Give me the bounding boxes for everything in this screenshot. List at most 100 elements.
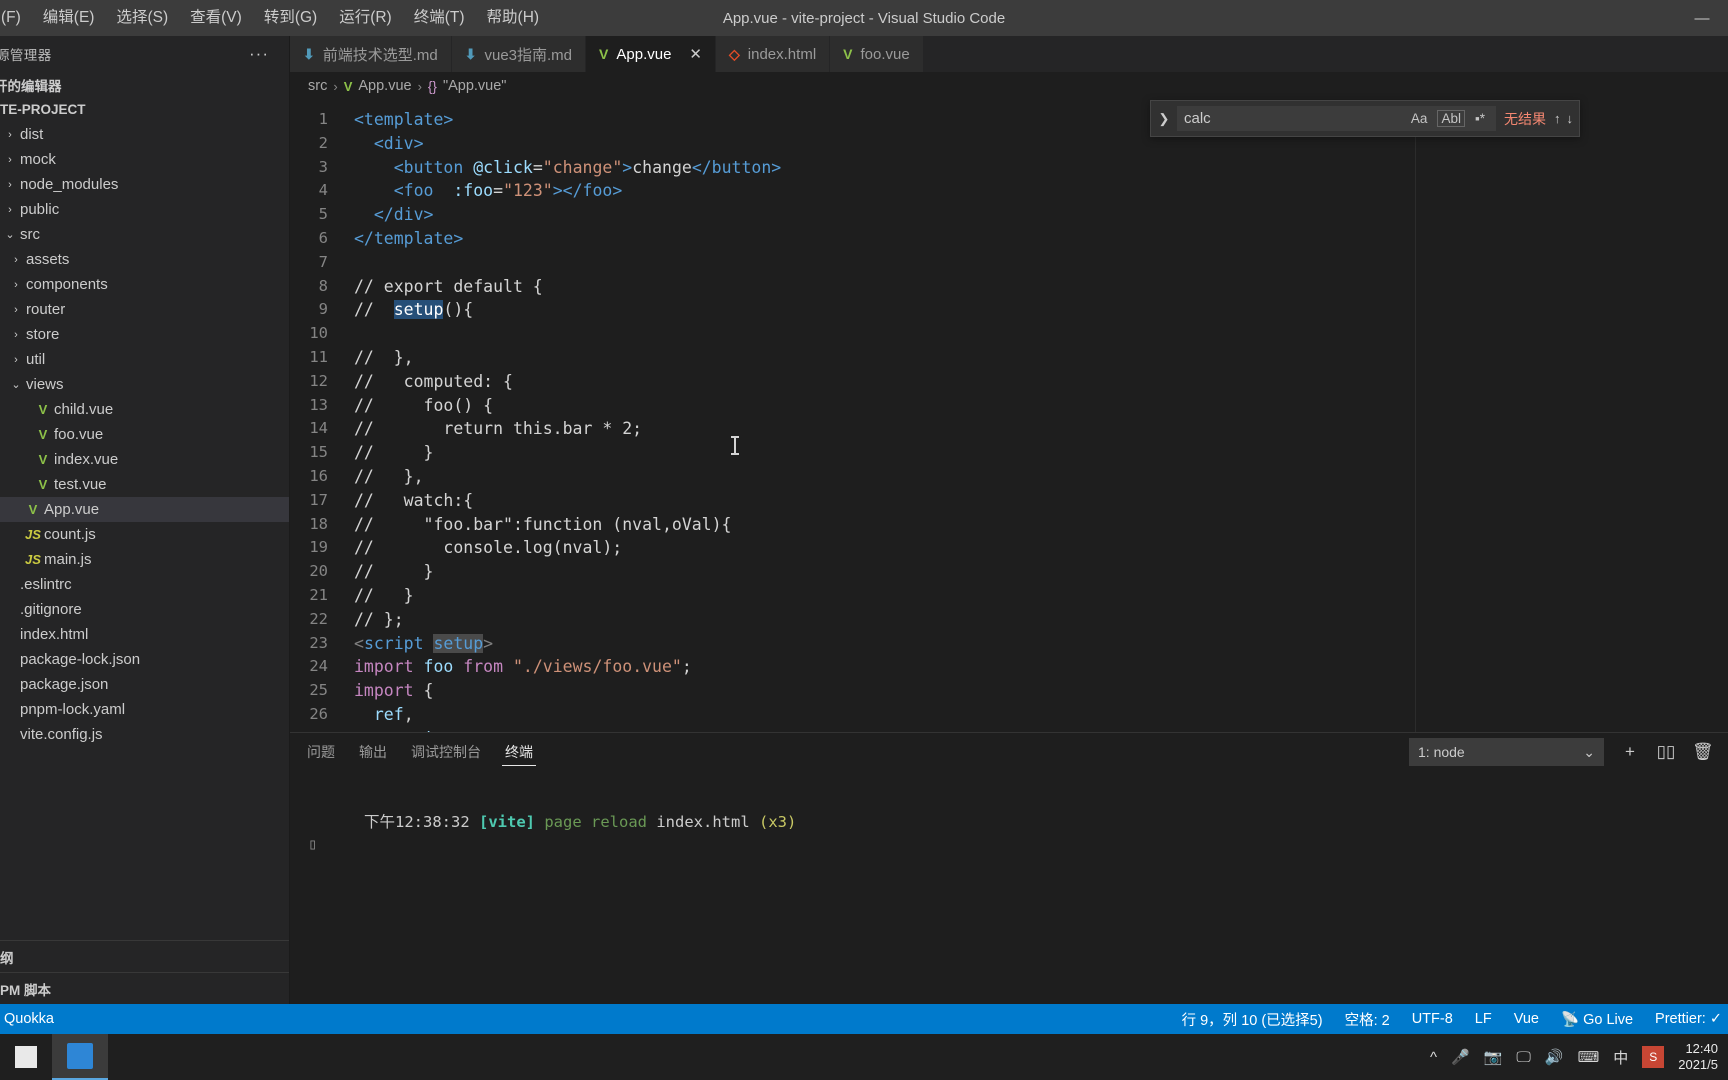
- menu-item-2[interactable]: 选择(S): [105, 0, 179, 36]
- status-right-item-0[interactable]: 行 9，列 10 (已选择5): [1182, 1009, 1323, 1030]
- start-button[interactable]: [0, 1034, 52, 1080]
- tray-icon-5[interactable]: ⌨: [1578, 1048, 1600, 1066]
- tree-item-child-vue[interactable]: Vchild.vue: [0, 397, 289, 422]
- tree-item--eslintrc[interactable]: .eslintrc: [0, 572, 289, 597]
- tree-item-index-vue[interactable]: Vindex.vue: [0, 447, 289, 472]
- code-line[interactable]: 21 // }: [290, 584, 1728, 608]
- code-line[interactable]: 17 // watch:{: [290, 489, 1728, 513]
- code-editor[interactable]: 1 <template> 2 <div> 3 <button @click="chan…: [290, 100, 1728, 732]
- sidebar-section-1[interactable]: PM 脚本: [0, 972, 289, 1004]
- terminal-selector[interactable]: 1: node ⌄: [1409, 738, 1604, 766]
- tree-item-index-html[interactable]: index.html: [0, 622, 289, 647]
- code-line[interactable]: 26 ref,: [290, 703, 1728, 727]
- menu-item-0[interactable]: (F): [0, 0, 32, 36]
- editor-tabs[interactable]: ⬇ 前端技术选型.md ⬇ vue3指南.md V App.vue ✕ ◇ index.html…: [290, 36, 1728, 72]
- tree-item-mock[interactable]: › mock: [0, 147, 289, 172]
- tree-item-app-vue[interactable]: V App.vue: [0, 497, 289, 522]
- tab--------md[interactable]: ⬇ 前端技术选型.md: [290, 36, 452, 72]
- find-previous-icon[interactable]: ↑: [1554, 111, 1561, 126]
- status-left-item-0[interactable]: Quokka: [4, 1011, 54, 1027]
- new-terminal-icon[interactable]: +: [1620, 742, 1640, 762]
- code-line[interactable]: 14 // return this.bar * 2;: [290, 417, 1728, 441]
- panel-tabs[interactable]: 问题 输出 调试控制台 终端 1: node ⌄ + ▯▯ 🗑: [290, 733, 1728, 771]
- breadcrumb[interactable]: src › V App.vue › {} "App.vue": [290, 72, 1728, 100]
- code-line[interactable]: 10: [290, 322, 1728, 346]
- tab-index-html[interactable]: ◇ index.html: [716, 36, 831, 72]
- code-line[interactable]: 9 // setup(){: [290, 298, 1728, 322]
- kill-terminal-icon[interactable]: 🗑: [1692, 742, 1714, 762]
- code-line[interactable]: 22 // };: [290, 608, 1728, 632]
- code-lines[interactable]: 1 <template> 2 <div> 3 <button @click="chan…: [290, 108, 1728, 732]
- tray-icon-0[interactable]: ^: [1430, 1049, 1437, 1066]
- terminal-output[interactable]: 下午12:38:32 [vite] page reload index.html…: [290, 771, 1728, 877]
- code-line[interactable]: 4 <foo :foo="123"></foo>: [290, 179, 1728, 203]
- code-line[interactable]: 8 // export default {: [290, 275, 1728, 299]
- find-widget[interactable]: ❯ calc Aa Abl ▪* 无结果 ↑ ↓: [1150, 100, 1580, 137]
- tree-item-views[interactable]: ⌄ views: [0, 372, 289, 397]
- tree-item-count-js[interactable]: JS count.js: [0, 522, 289, 547]
- taskbar-vscode-button[interactable]: [52, 1034, 108, 1080]
- menu-item-4[interactable]: 转到(G): [253, 0, 328, 36]
- code-line[interactable]: 18 // "foo.bar":function (nval,oVal){: [290, 513, 1728, 537]
- tree-item-store[interactable]: › store: [0, 322, 289, 347]
- toggle-replace-icon[interactable]: ❯: [1151, 111, 1177, 127]
- code-line[interactable]: 16 // },: [290, 465, 1728, 489]
- code-line[interactable]: 19 // console.log(nval);: [290, 536, 1728, 560]
- tree-item-util[interactable]: › util: [0, 347, 289, 372]
- tab-app-vue[interactable]: V App.vue ✕: [586, 36, 716, 72]
- tree-item-assets[interactable]: › assets: [0, 247, 289, 272]
- code-line[interactable]: 3 <button @click="change">change</button…: [290, 156, 1728, 180]
- tab-foo-vue[interactable]: Vfoo.vue: [830, 36, 924, 72]
- more-actions-icon[interactable]: ···: [249, 44, 269, 64]
- tray-icon-4[interactable]: 🔊: [1545, 1048, 1564, 1066]
- match-case-icon[interactable]: Aa: [1407, 111, 1432, 126]
- tab-vue3---md[interactable]: ⬇ vue3指南.md: [451, 36, 587, 72]
- tree-item-package-json[interactable]: package.json: [0, 672, 289, 697]
- taskbar-clock[interactable]: 12:40 2021/5: [1678, 1041, 1718, 1073]
- find-navigation[interactable]: ↑ ↓: [1554, 111, 1579, 126]
- code-line[interactable]: 12 // computed: {: [290, 370, 1728, 394]
- tree-item-src[interactable]: ⌄ src: [0, 222, 289, 247]
- tree-item-pnpm-lock-yaml[interactable]: pnpm-lock.yaml: [0, 697, 289, 722]
- sidebar-section-0[interactable]: 纲: [0, 940, 289, 972]
- tree-item-test-vue[interactable]: Vtest.vue: [0, 472, 289, 497]
- code-line[interactable]: 15 // }: [290, 441, 1728, 465]
- menu-item-6[interactable]: 终端(T): [403, 0, 476, 36]
- menu-item-7[interactable]: 帮助(H): [476, 0, 551, 36]
- status-right-item-2[interactable]: UTF-8: [1412, 1011, 1453, 1027]
- use-regex-icon[interactable]: ▪*: [1471, 111, 1489, 126]
- split-terminal-icon[interactable]: ▯▯: [1656, 742, 1676, 762]
- minimize-button[interactable]: —: [1676, 0, 1728, 36]
- code-line[interactable]: 13 // foo() {: [290, 394, 1728, 418]
- status-right[interactable]: 行 9，列 10 (已选择5) 空格: 2 UTF-8 LF Vue 📡 Go Live P…: [1182, 1009, 1728, 1030]
- file-tree[interactable]: › dist › mock › node_modules › public ⌄ src › asset…: [0, 122, 289, 940]
- breadcrumb-item-2[interactable]: "App.vue": [443, 78, 507, 94]
- tree-item-vite-config-js[interactable]: vite.config.js: [0, 722, 289, 747]
- menu-bar[interactable]: (F) 编辑(E) 选择(S) 查看(V) 转到(G) 运行(R) 终端(T) 帮助(H): [0, 0, 550, 36]
- menu-item-1[interactable]: 编辑(E): [32, 0, 106, 36]
- tray-icon-2[interactable]: 📷: [1484, 1048, 1503, 1066]
- project-root[interactable]: TE-PROJECT: [0, 97, 289, 122]
- menu-item-5[interactable]: 运行(R): [328, 0, 403, 36]
- panel-tab-3[interactable]: 终端: [502, 733, 536, 771]
- status-right-item-3[interactable]: LF: [1475, 1011, 1492, 1027]
- tree-item-foo-vue[interactable]: Vfoo.vue: [0, 422, 289, 447]
- code-line[interactable]: 24 import foo from "./views/foo.vue";: [290, 655, 1728, 679]
- code-line[interactable]: 25 import {: [290, 679, 1728, 703]
- match-whole-word-icon[interactable]: Abl: [1437, 110, 1465, 127]
- status-right-item-4[interactable]: Vue: [1514, 1011, 1539, 1027]
- tree-item-node-modules[interactable]: › node_modules: [0, 172, 289, 197]
- find-input[interactable]: calc Aa Abl ▪*: [1177, 106, 1496, 131]
- tray-icon-3[interactable]: 🖵: [1516, 1049, 1530, 1066]
- breadcrumb-item-1[interactable]: App.vue: [358, 78, 411, 94]
- panel-tab-1[interactable]: 输出: [356, 733, 390, 771]
- tree-item-public[interactable]: › public: [0, 197, 289, 222]
- system-tray[interactable]: ^ 🎤 📷 🖵 🔊 ⌨ 中 S 12:40 2021/5: [1430, 1041, 1728, 1073]
- panel-actions[interactable]: 1: node ⌄ + ▯▯ 🗑: [1409, 738, 1714, 766]
- tree-item-dist[interactable]: › dist: [0, 122, 289, 147]
- close-icon[interactable]: ✕: [689, 45, 702, 63]
- status-right-item-5[interactable]: 📡 Go Live: [1561, 1011, 1633, 1028]
- tree-item-main-js[interactable]: JS main.js: [0, 547, 289, 572]
- code-line[interactable]: 7: [290, 251, 1728, 275]
- panel-tab-2[interactable]: 调试控制台: [408, 733, 484, 771]
